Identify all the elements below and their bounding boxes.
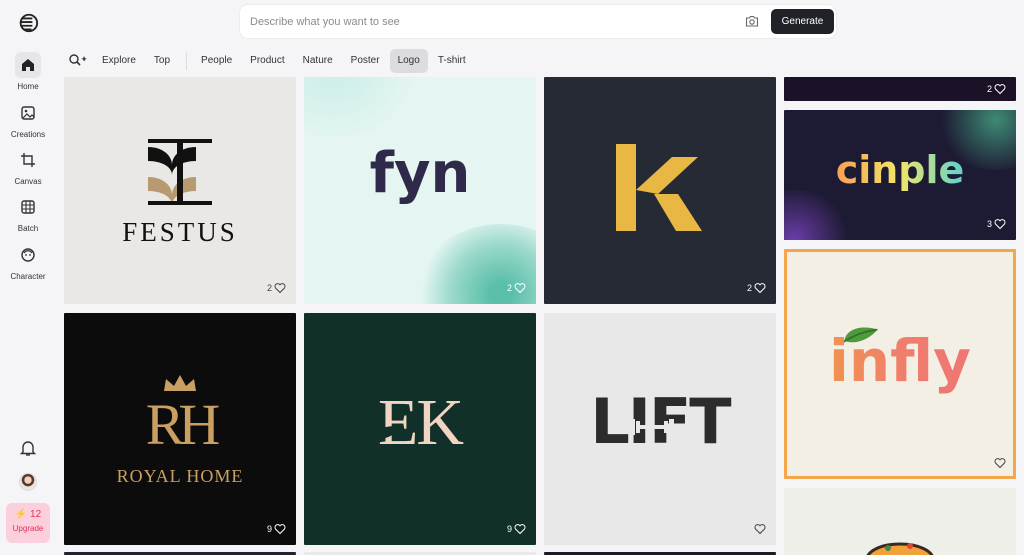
sidebar-item-character[interactable]: Character <box>0 242 56 281</box>
heart-icon <box>994 458 1006 469</box>
leaf-icon <box>374 426 400 439</box>
heart-icon <box>514 283 526 294</box>
tab-product[interactable]: Product <box>242 49 292 73</box>
sidebar: Home Creations Canvas Batch Character ⚡ … <box>0 0 56 555</box>
sidebar-item-label: Batch <box>17 224 39 233</box>
grid-icon <box>15 194 41 220</box>
avatar[interactable] <box>19 473 37 491</box>
tab-people[interactable]: People <box>193 49 240 73</box>
heart-icon <box>994 219 1006 230</box>
sidebar-item-canvas[interactable]: Canvas <box>0 147 56 186</box>
crown-icon <box>164 375 196 391</box>
prompt-input[interactable] <box>250 5 730 38</box>
sidebar-item-label: Character <box>10 272 46 281</box>
heart-icon <box>754 524 766 535</box>
like-count: 3 <box>986 219 992 229</box>
ek-wordmark: EK <box>378 386 464 459</box>
like-count: 2 <box>746 283 752 293</box>
heart-icon <box>274 524 286 535</box>
upgrade-label: Upgrade <box>12 524 44 533</box>
app-logo-icon[interactable] <box>17 12 39 34</box>
credits-count: ⚡ 12 <box>14 509 42 520</box>
upgrade-button[interactable]: ⚡ 12 Upgrade <box>6 503 50 543</box>
heart-icon <box>994 84 1006 95</box>
tab-nature[interactable]: Nature <box>295 49 341 73</box>
gallery-card-lift[interactable]: LIFT <box>544 313 776 545</box>
tab-top[interactable]: Top <box>146 49 178 73</box>
home-icon <box>15 52 41 78</box>
face-icon <box>15 242 41 268</box>
sidebar-item-creations[interactable]: Creations <box>0 100 56 139</box>
tab-divider <box>186 52 188 70</box>
like-counter[interactable]: 2 <box>747 282 766 294</box>
tab-explore[interactable]: Explore <box>94 49 144 73</box>
gallery-card-partial[interactable] <box>784 488 1016 555</box>
heart-icon <box>514 524 526 535</box>
gallery-card-k[interactable]: K 2 <box>544 77 776 304</box>
cinple-wordmark: cinple <box>784 148 1016 192</box>
sidebar-item-label: Creations <box>10 130 46 139</box>
k-logo <box>616 144 702 231</box>
heart-icon <box>274 283 286 294</box>
like-count: 9 <box>266 524 272 534</box>
royal-home-wordmark: ROYAL HOME <box>116 466 244 486</box>
gallery-card-infly[interactable]: infly <box>784 249 1016 479</box>
like-count: 9 <box>506 524 512 534</box>
festus-emblem <box>148 139 212 205</box>
rh-monogram: RH <box>145 392 221 457</box>
like-counter[interactable]: 3 <box>987 218 1006 230</box>
fyn-wordmark: fyn <box>369 141 471 206</box>
category-tabs: Explore Top People Product Nature Poster… <box>68 48 476 74</box>
tab-tshirt[interactable]: T-shirt <box>430 49 474 73</box>
sidebar-item-label: Canvas <box>14 177 42 186</box>
generate-button[interactable]: Generate <box>771 9 834 34</box>
burger-illustration <box>866 542 934 555</box>
like-count: 2 <box>506 283 512 293</box>
like-counter[interactable]: 9 <box>507 523 526 535</box>
festus-wordmark: FESTUS <box>122 217 238 247</box>
sidebar-item-label: Home <box>17 82 39 91</box>
glow-left <box>784 190 854 240</box>
like-count: 2 <box>986 84 992 94</box>
image-icon <box>15 100 41 126</box>
gallery-card-royal-home[interactable]: RH ROYAL HOME 9 <box>64 313 296 545</box>
canvas-crop-icon <box>15 147 41 173</box>
tab-logo[interactable]: Logo <box>389 49 428 73</box>
like-counter[interactable]: 2 <box>267 282 286 294</box>
like-counter[interactable]: 2 <box>507 282 526 294</box>
sidebar-item-batch[interactable]: Batch <box>0 194 56 233</box>
like-count: 2 <box>266 283 272 293</box>
heart-icon <box>754 283 766 294</box>
like-counter[interactable]: 2 <box>987 83 1006 95</box>
like-counter[interactable]: 9 <box>267 523 286 535</box>
dumbbell-icon <box>630 419 674 435</box>
gallery-card-fyn[interactable]: fyn 2 <box>304 77 536 304</box>
gallery-card-cinple[interactable]: cinple 3 <box>784 110 1016 240</box>
like-counter[interactable] <box>992 457 1006 469</box>
bell-icon[interactable] <box>19 439 37 457</box>
tab-poster[interactable]: Poster <box>343 49 388 73</box>
sidebar-item-home[interactable]: Home <box>0 52 56 91</box>
like-counter[interactable] <box>752 523 766 535</box>
gallery-card-ek[interactable]: EK 9 <box>304 313 536 545</box>
infly-wordmark: infly <box>784 327 1016 395</box>
corner-gradient-top <box>304 77 424 137</box>
gallery-card-top-right[interactable]: 2 <box>784 77 1016 101</box>
camera-icon[interactable] <box>745 14 759 28</box>
prompt-bar: Generate <box>240 5 836 38</box>
gallery-card-festus[interactable]: FESTUS 2 <box>64 77 296 304</box>
search-icon[interactable] <box>68 53 88 69</box>
